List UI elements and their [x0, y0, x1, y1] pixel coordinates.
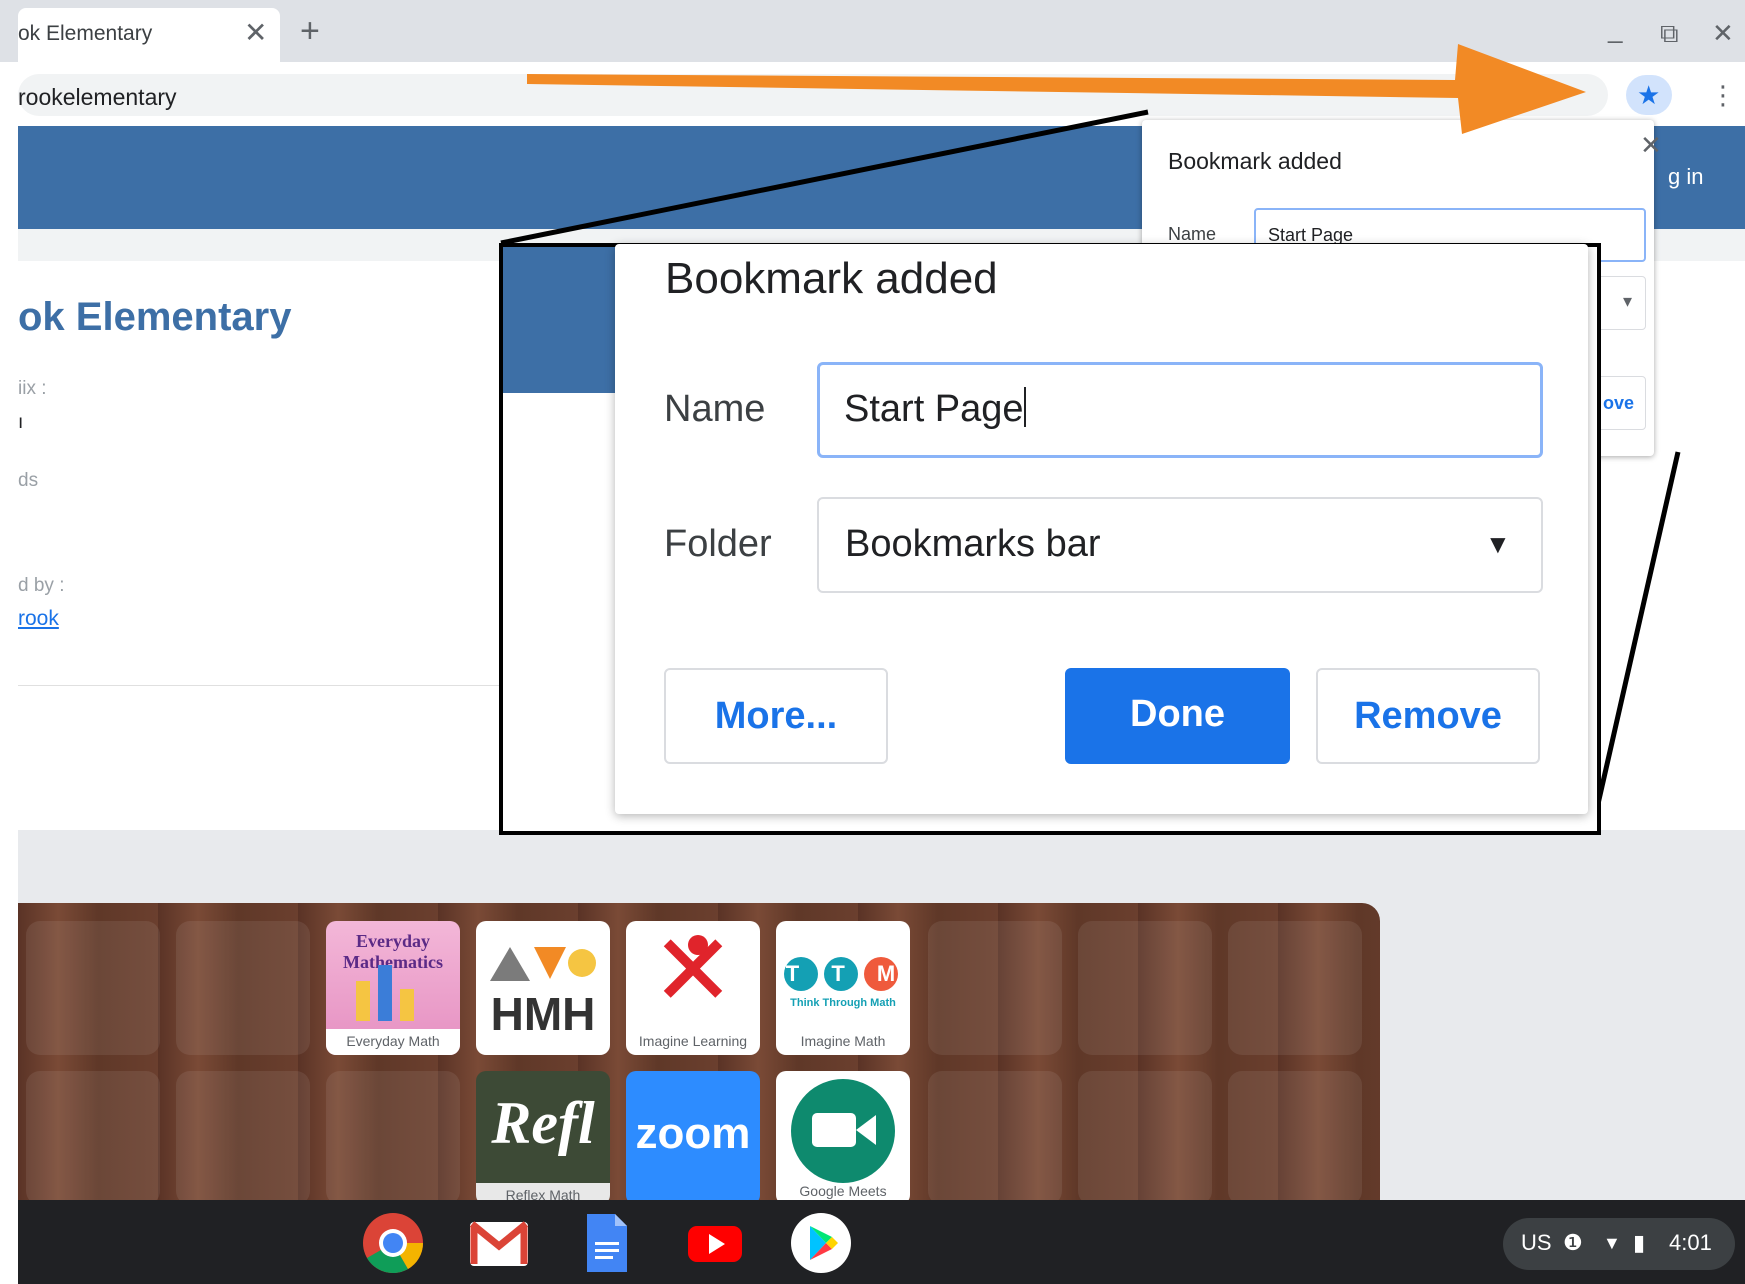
remove-button[interactable]: Remove [1316, 668, 1540, 764]
callout-header-bg [503, 247, 615, 393]
name-value: Start Page [844, 388, 1024, 430]
dialog-title: Bookmark added [665, 254, 998, 303]
name-label: Name [664, 388, 766, 430]
done-button[interactable]: Done [1065, 668, 1290, 764]
folder-label: Folder [664, 523, 772, 565]
chevron-down-icon: ▼ [1485, 529, 1511, 559]
folder-value: Bookmarks bar [845, 523, 1101, 565]
more-button[interactable]: More... [664, 668, 888, 764]
text-caret [1023, 387, 1026, 427]
folder-select[interactable]: Bookmarks bar ▼ [817, 497, 1543, 593]
name-input[interactable]: Start Page [817, 362, 1543, 458]
